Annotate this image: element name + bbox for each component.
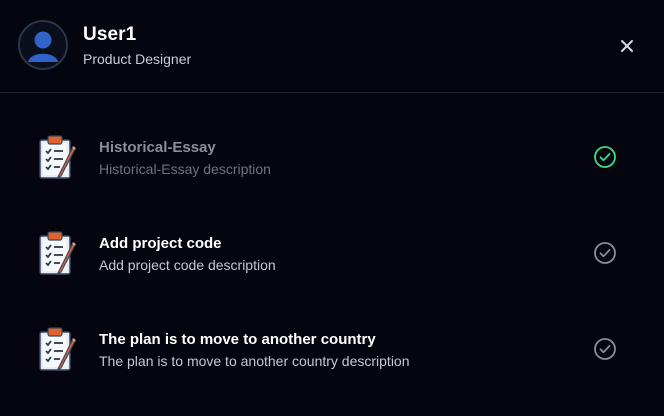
task-item[interactable]: Historical-Essay Historical-Essay descri… [0,104,664,200]
panel-header: User1 Product Designer [0,0,664,93]
check-circle-icon [594,242,616,264]
user-role: Product Designer [83,51,192,67]
close-button[interactable] [614,33,640,59]
profile-task-panel: User1 Product Designer Historical-Essay … [0,0,664,416]
task-status-toggle[interactable] [592,240,618,266]
task-item[interactable]: The plan is to move to another country T… [0,296,664,392]
task-title: Historical-Essay [99,139,216,156]
check-circle-icon [594,338,616,360]
clipboard-checklist-icon [37,134,79,182]
task-status-toggle[interactable] [592,336,618,362]
task-description: The plan is to move to another country d… [99,353,410,369]
task-title: Add project code [99,235,222,252]
user-name: User1 [83,24,137,45]
close-icon [621,40,633,52]
clipboard-checklist-icon [37,230,79,278]
check-circle-icon [594,146,616,168]
avatar[interactable] [18,20,68,70]
task-description: Historical-Essay description [99,161,271,177]
user-avatar-icon [20,22,66,68]
task-description: Add project code description [99,257,276,273]
task-title: The plan is to move to another country [99,331,376,348]
task-status-toggle[interactable] [592,144,618,170]
task-item[interactable]: Add project code Add project code descri… [0,200,664,296]
clipboard-checklist-icon [37,326,79,374]
